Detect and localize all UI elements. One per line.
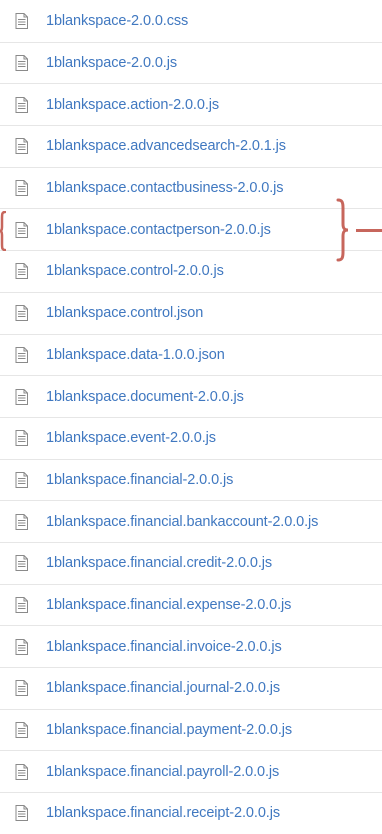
file-row: 1blankspace.advancedsearch-2.0.1.js xyxy=(0,125,382,167)
file-icon xyxy=(15,180,28,197)
file-row: 1blankspace.contactperson-2.0.0.js xyxy=(0,208,382,250)
file-row: 1blankspace.financial.expense-2.0.0.js xyxy=(0,583,382,626)
file-icon xyxy=(15,805,28,822)
file-icon xyxy=(15,471,28,488)
file-link[interactable]: 1blankspace.financial.payroll-2.0.0.js xyxy=(46,764,279,780)
file-link[interactable]: 1blankspace.financial.invoice-2.0.0.js xyxy=(46,639,282,655)
file-row: 1blankspace.control.json xyxy=(0,291,382,334)
file-link[interactable]: 1blankspace.action-2.0.0.js xyxy=(46,97,219,113)
file-link[interactable]: 1blankspace.document-2.0.0.js xyxy=(46,389,244,405)
file-row: 1blankspace.financial.journal-2.0.0.js xyxy=(0,667,382,709)
file-row: 1blankspace.document-2.0.0.js xyxy=(0,375,382,417)
file-link[interactable]: 1blankspace.financial.credit-2.0.0.js xyxy=(46,555,272,571)
file-row: 1blankspace-2.0.0.js xyxy=(0,41,382,84)
file-list: 1blankspace-2.0.0.css 1blankspace-2.0.0.j… xyxy=(0,0,382,834)
file-icon xyxy=(15,596,28,613)
file-icon xyxy=(15,680,28,697)
file-icon xyxy=(15,555,28,572)
file-link[interactable]: 1blankspace.financial.journal-2.0.0.js xyxy=(46,680,280,696)
annotation-bracket-left xyxy=(0,210,6,251)
file-icon xyxy=(15,638,28,655)
file-link[interactable]: 1blankspace-2.0.0.js xyxy=(46,55,177,71)
file-link[interactable]: 1blankspace.data-1.0.0.json xyxy=(46,347,225,363)
file-row: 1blankspace.action-2.0.0.js xyxy=(0,83,382,125)
file-link[interactable]: 1blankspace.event-2.0.0.js xyxy=(46,430,216,446)
file-link[interactable]: 1blankspace.financial.bankaccount-2.0.0.… xyxy=(46,514,318,530)
annotation-arrow xyxy=(356,228,382,232)
file-link[interactable]: 1blankspace.financial-2.0.0.js xyxy=(46,472,233,488)
file-icon xyxy=(15,388,28,405)
file-icon xyxy=(15,12,28,29)
file-link[interactable]: 1blankspace-2.0.0.css xyxy=(46,13,188,29)
file-link[interactable]: 1blankspace.financial.payment-2.0.0.js xyxy=(46,722,292,738)
file-link[interactable]: 1blankspace.advancedsearch-2.0.1.js xyxy=(46,138,286,154)
file-icon xyxy=(15,305,28,322)
file-link[interactable]: 1blankspace.contactbusiness-2.0.0.js xyxy=(46,180,284,196)
file-row: 1blankspace.financial.bankaccount-2.0.0.… xyxy=(0,500,382,542)
file-link[interactable]: 1blankspace.financial.expense-2.0.0.js xyxy=(46,597,291,613)
file-icon xyxy=(15,138,28,155)
annotation-bracket-right xyxy=(336,198,349,261)
file-icon xyxy=(15,221,28,238)
file-icon xyxy=(15,430,28,447)
file-icon xyxy=(15,263,28,280)
file-icon xyxy=(15,513,28,530)
file-link[interactable]: 1blankspace.control-2.0.0.js xyxy=(46,263,224,279)
file-row: 1blankspace.financial.credit-2.0.0.js xyxy=(0,541,382,584)
file-icon xyxy=(15,96,28,113)
file-icon xyxy=(15,346,28,363)
file-row: 1blankspace.contactbusiness-2.0.0.js xyxy=(0,166,382,209)
file-icon xyxy=(15,763,28,780)
file-row: 1blankspace-2.0.0.css xyxy=(0,0,382,42)
file-icon xyxy=(15,722,28,739)
file-row: 1blankspace.financial.payment-2.0.0.js xyxy=(0,708,382,751)
file-row: 1blankspace.control-2.0.0.js xyxy=(0,250,382,292)
file-link[interactable]: 1blankspace.control.json xyxy=(46,305,203,321)
file-link[interactable]: 1blankspace.contactperson-2.0.0.js xyxy=(46,222,271,238)
file-row: 1blankspace.data-1.0.0.json xyxy=(0,333,382,376)
file-row: 1blankspace.financial.receipt-2.0.0.js xyxy=(0,792,382,834)
file-icon xyxy=(15,55,28,72)
file-row: 1blankspace.financial.invoice-2.0.0.js xyxy=(0,625,382,667)
file-row: 1blankspace.event-2.0.0.js xyxy=(0,416,382,459)
file-row: 1blankspace.financial-2.0.0.js xyxy=(0,458,382,501)
file-row: 1blankspace.financial.payroll-2.0.0.js xyxy=(0,750,382,792)
file-link[interactable]: 1blankspace.financial.receipt-2.0.0.js xyxy=(46,805,280,821)
